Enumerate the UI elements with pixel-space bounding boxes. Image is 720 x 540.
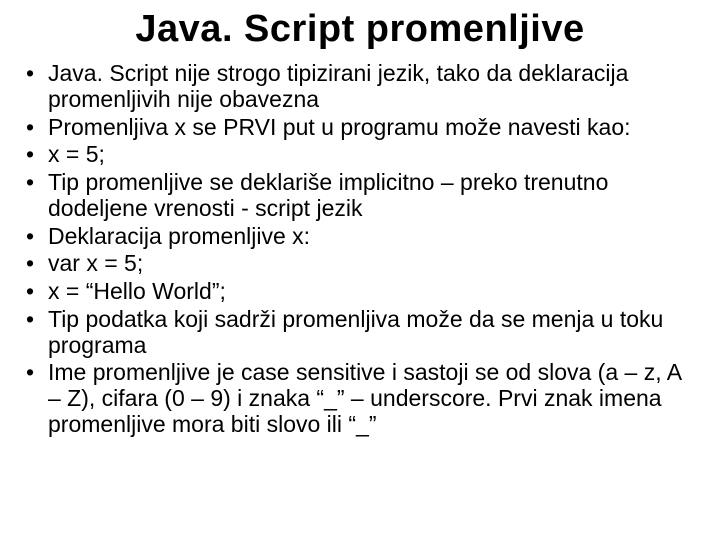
list-item: Promenljiva x se PRVI put u programu mož… [26,115,694,141]
list-item: Tip podatka koji sadrži promenljiva može… [26,307,694,359]
slide: Java. Script promenljive Java. Script ni… [0,0,720,540]
list-item: Deklaracija promenljive x: [26,224,694,250]
list-item: var x = 5; [26,251,694,277]
bullet-list: Java. Script nije strogo tipizirani jezi… [26,61,694,438]
list-item: Java. Script nije strogo tipizirani jezi… [26,61,694,113]
list-item: Tip promenljive se deklariše implicitno … [26,170,694,222]
list-item: x = “Hello World”; [26,279,694,305]
list-item: x = 5; [26,142,694,168]
list-item: Ime promenljive je case sensitive i sast… [26,360,694,437]
slide-title: Java. Script promenljive [26,8,694,51]
